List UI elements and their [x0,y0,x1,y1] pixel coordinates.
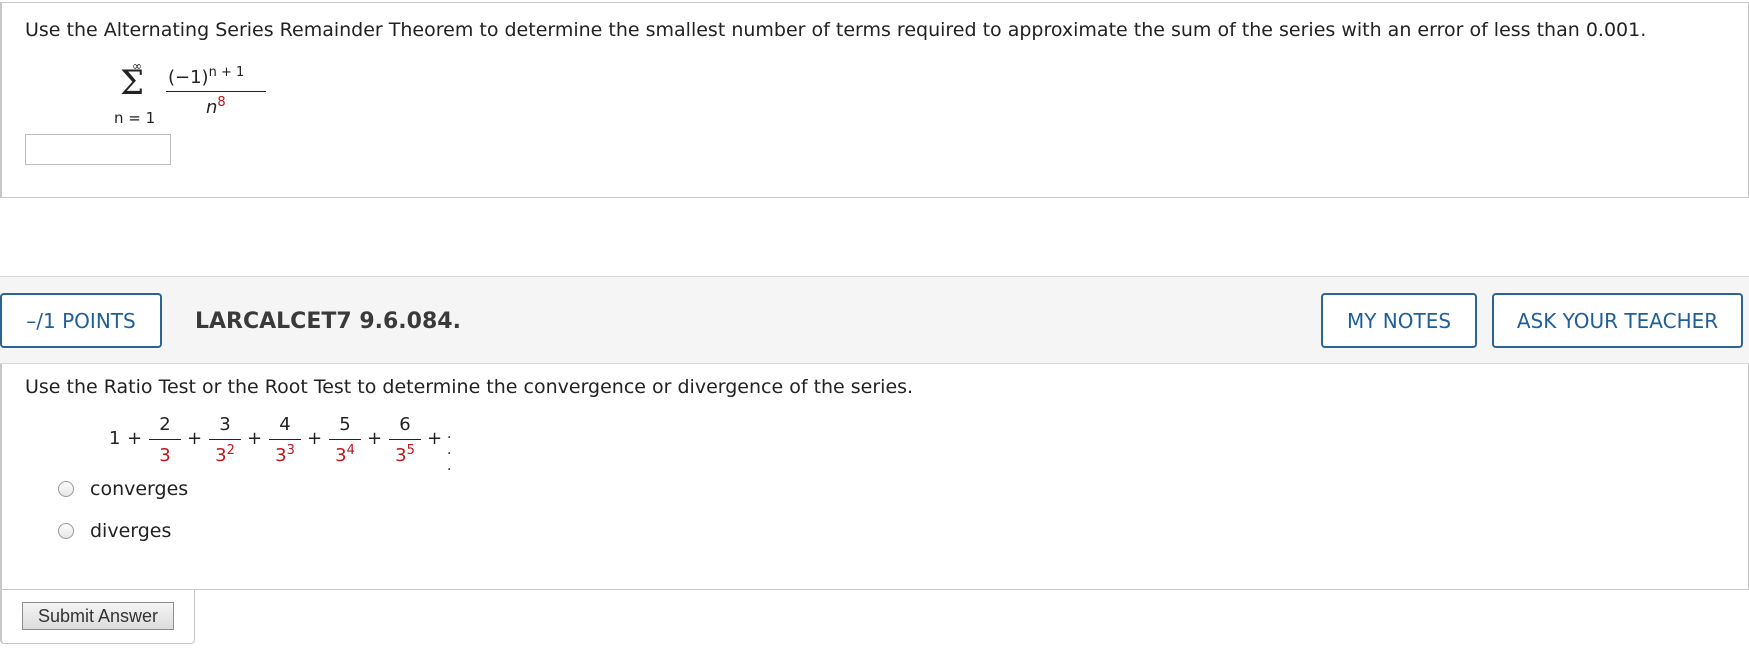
series-term: 6 35 [385,412,425,472]
submit-answer-button[interactable]: Submit Answer [22,602,174,630]
fraction-bar [166,91,266,92]
plus-sign: + [367,428,383,449]
question-header: –/1 POINTS LARCALCET7 9.6.084. MY NOTES … [0,276,1749,364]
series-expression: ∞ Σ n = 1 (−1)n + 1 n8 [114,59,274,129]
question-2-prompt: Use the Ratio Test or the Root Test to d… [25,376,914,398]
plus-sign: + [307,428,323,449]
plus-sign: + [247,428,263,449]
plus-sign: + [127,428,143,449]
series-first-term: 1 [109,428,121,449]
radio-converges[interactable] [58,481,74,497]
ellipsis: · · · [447,430,452,478]
sigma-symbol: Σ [120,63,145,103]
question-1-panel: Use the Alternating Series Remainder The… [0,2,1749,198]
ask-your-teacher-button[interactable]: ASK YOUR TEACHER [1492,293,1743,348]
question-1-prompt: Use the Alternating Series Remainder The… [25,19,1647,41]
my-notes-button[interactable]: MY NOTES [1321,293,1477,348]
plus-sign: + [187,428,203,449]
question-2-panel: Use the Ratio Test or the Root Test to d… [0,364,1749,590]
series-term: 3 32 [205,412,245,472]
answer-input[interactable] [25,134,171,165]
option-label: diverges [90,520,172,542]
points-button[interactable]: –/1 POINTS [0,293,162,348]
plus-sign: + [427,428,443,449]
option-diverges[interactable]: diverges [58,520,171,542]
radio-diverges[interactable] [58,523,74,539]
submit-area: Submit Answer [0,590,195,644]
option-label: converges [90,478,189,500]
fraction-numerator: (−1)n + 1 [168,65,245,88]
problem-id: LARCALCET7 9.6.084. [195,309,461,334]
option-converges[interactable]: converges [58,478,188,500]
fraction-denominator: n8 [206,95,226,118]
series-term: 2 3 [145,412,185,472]
series-term: 5 34 [325,412,365,472]
sum-lower-limit: n = 1 [114,109,156,127]
series-term: 4 33 [265,412,305,472]
